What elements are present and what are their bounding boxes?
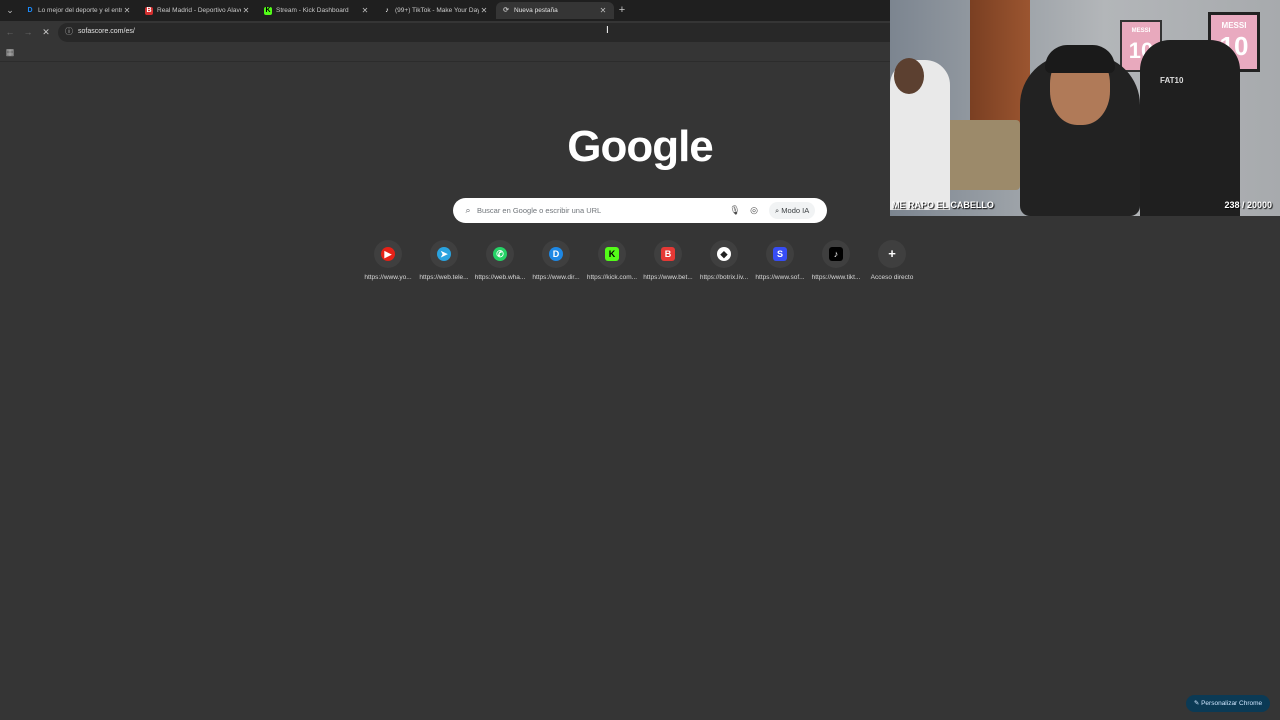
- shortcut-kick[interactable]: K https://kick.com...: [584, 240, 640, 286]
- whatsapp-icon: ✆: [493, 247, 507, 261]
- shortcut-tile: ✆: [486, 240, 514, 268]
- directv-icon: D: [549, 247, 563, 261]
- jersey-name: MESSI: [1221, 21, 1247, 30]
- add-shortcut-icon: +: [888, 246, 896, 261]
- forward-icon[interactable]: →: [22, 26, 34, 38]
- search-input[interactable]: [477, 203, 727, 218]
- shortcut-label: https://www.dir...: [532, 274, 580, 281]
- address-bar[interactable]: ⓘ sofascore.com/es/: [58, 23, 890, 42]
- microphone-icon[interactable]: 🎙: [729, 204, 741, 216]
- shortcut-label: https://web.wha...: [474, 274, 526, 281]
- apps-grid-icon[interactable]: ▦: [5, 47, 15, 57]
- stream-goal-counter: 238 / 20000: [1224, 200, 1272, 210]
- tab-title: Stream - Kick Dashboard: [276, 7, 349, 14]
- shortcut-label: https://kick.com...: [586, 274, 638, 281]
- shortcut-tile: B: [654, 240, 682, 268]
- search-box[interactable]: ⌕ 🎙 ◎ ⌕ Modo IA: [453, 198, 827, 223]
- stop-loading-icon[interactable]: ✕: [40, 26, 52, 38]
- tiktok-icon: ♪: [829, 247, 843, 261]
- betano-icon: B: [661, 247, 675, 261]
- kick-icon: K: [605, 247, 619, 261]
- tab-strip: ⌄ D Lo mejor del deporte y el entre ✕ B …: [0, 0, 890, 21]
- toolbar: ← → ✕ ⓘ sofascore.com/es/: [0, 21, 890, 44]
- search-icon: ⌕: [465, 205, 471, 215]
- tab-title: Lo mejor del deporte y el entre: [38, 7, 122, 14]
- tab-search-icon[interactable]: ⌄: [4, 4, 16, 16]
- loading-icon: ⟳: [503, 6, 509, 14]
- shortcut-directv[interactable]: D https://www.dir...: [528, 240, 584, 286]
- stream-goal-caption: ME RAPO EL CABELLO: [892, 200, 994, 210]
- shortcut-tile: D: [542, 240, 570, 268]
- tab-title: (99+) TikTok - Make Your Day: [395, 7, 479, 14]
- back-icon[interactable]: ←: [4, 26, 16, 38]
- close-tab-icon[interactable]: ✕: [241, 6, 251, 15]
- shortcut-label: https://www.bet...: [643, 274, 693, 281]
- telegram-icon: ➤: [437, 247, 451, 261]
- close-tab-icon[interactable]: ✕: [122, 6, 132, 15]
- kick-icon: K: [264, 6, 272, 15]
- shortcut-label: https://www.tikt...: [811, 274, 861, 281]
- shortcut-label: https://www.sof...: [755, 274, 805, 281]
- url-text[interactable]: sofascore.com/es/: [78, 28, 135, 35]
- shortcut-tile: ➤: [430, 240, 458, 268]
- close-tab-icon[interactable]: ✕: [360, 6, 370, 15]
- customize-chrome-button[interactable]: ✎ Personalizar Chrome: [1186, 695, 1270, 712]
- tab-real-madrid[interactable]: B Real Madrid - Deportivo Alavés ✕: [139, 2, 257, 19]
- shortcut-tile: K: [598, 240, 626, 268]
- streamer-hair: [1045, 45, 1115, 73]
- shortcut-label: https://web.tele...: [419, 274, 469, 281]
- tab-tiktok[interactable]: ♪ (99+) TikTok - Make Your Day ✕: [377, 2, 495, 19]
- google-lens-icon[interactable]: ◎: [748, 204, 760, 216]
- shortcut-tile: +: [878, 240, 906, 268]
- shortcut-label: https://botrix.liv...: [699, 274, 749, 281]
- tiktok-icon: ♪: [385, 6, 389, 14]
- shortcut-telegram[interactable]: ➤ https://web.tele...: [416, 240, 472, 286]
- shortcut-botrix[interactable]: ◆ https://botrix.liv...: [696, 240, 752, 286]
- shortcut-tile: ▶: [374, 240, 402, 268]
- youtube-icon: ▶: [381, 247, 395, 261]
- shortcut-youtube[interactable]: ▶ https://www.yo...: [360, 240, 416, 286]
- shortcut-sofascore[interactable]: S https://www.sof...: [752, 240, 808, 286]
- tab-title: Nueva pestaña: [514, 7, 558, 14]
- dazn-icon: D: [27, 6, 33, 14]
- bookmarks-bar: ▦: [0, 44, 890, 62]
- site-info-icon[interactable]: ⓘ: [64, 27, 74, 37]
- shortcut-tile: ♪: [822, 240, 850, 268]
- shortcut-add[interactable]: + Acceso directo: [864, 240, 920, 286]
- modo-ia-button[interactable]: ⌕ Modo IA: [769, 202, 816, 219]
- shortcut-tiktok[interactable]: ♪ https://www.tikt...: [808, 240, 864, 286]
- tab-kick-dashboard[interactable]: K Stream - Kick Dashboard ✕: [258, 2, 376, 19]
- child-head: [894, 58, 924, 94]
- shortcut-label: Acceso directo: [870, 274, 914, 281]
- betano-icon: B: [145, 6, 153, 15]
- browser-window: ⌄ D Lo mejor del deporte y el entre ✕ B …: [0, 0, 1280, 720]
- tab-dazn[interactable]: D Lo mejor del deporte y el entre ✕: [20, 2, 138, 19]
- shortcut-betano[interactable]: B https://www.bet...: [640, 240, 696, 286]
- tab-new-tab[interactable]: ⟳ Nueva pestaña ✕: [496, 2, 614, 19]
- gaming-chair: [1140, 40, 1240, 216]
- jersey-name: MESSI: [1131, 28, 1151, 34]
- botrix-icon: ◆: [717, 247, 731, 261]
- sofascore-icon: S: [773, 247, 787, 261]
- tab-title: Real Madrid - Deportivo Alavés: [157, 7, 241, 14]
- close-tab-icon[interactable]: ✕: [598, 6, 608, 15]
- shortcut-tile: ◆: [710, 240, 738, 268]
- shortcut-label: https://www.yo...: [364, 274, 412, 281]
- shortcut-tile: S: [766, 240, 794, 268]
- webcam-overlay: MESSI 10 MESSI 10 FAT10 ME RAPO EL CABEL…: [890, 0, 1280, 216]
- chair-text: FAT10: [1160, 76, 1184, 85]
- modo-ia-label: Modo IA: [781, 206, 810, 215]
- text-cursor-icon: I: [606, 25, 609, 36]
- new-tab-button[interactable]: +: [616, 4, 628, 16]
- close-tab-icon[interactable]: ✕: [479, 6, 489, 15]
- shortcut-whatsapp[interactable]: ✆ https://web.wha...: [472, 240, 528, 286]
- google-logo: Google: [567, 122, 714, 171]
